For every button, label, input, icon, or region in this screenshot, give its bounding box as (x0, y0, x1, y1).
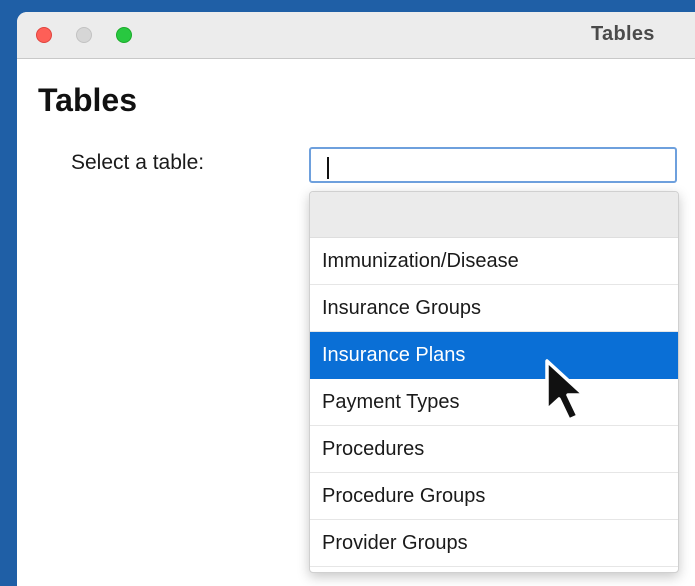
table-select-input[interactable] (309, 147, 677, 183)
window-title: Tables (591, 23, 655, 45)
table-dropdown-list: Immunization/Disease Insurance Groups In… (309, 191, 679, 573)
dropdown-option-procedure-groups[interactable]: Procedure Groups (310, 473, 678, 520)
desktop-background: Tables Tables Select a table: Immunizati… (0, 0, 695, 586)
dropdown-option-blank[interactable] (310, 192, 678, 238)
page-title: Tables (38, 82, 137, 118)
dropdown-option-immunization-disease[interactable]: Immunization/Disease (310, 238, 678, 285)
dropdown-option-insurance-groups[interactable]: Insurance Groups (310, 285, 678, 332)
dropdown-option-provider-groups[interactable]: Provider Groups (310, 520, 678, 567)
window-titlebar: Tables (17, 12, 695, 59)
dropdown-option-payment-types[interactable]: Payment Types (310, 379, 678, 426)
window-close-button[interactable] (36, 27, 52, 43)
select-table-label: Select a table: (71, 151, 205, 174)
text-caret (327, 157, 329, 179)
dropdown-option-insurance-plans[interactable]: Insurance Plans (310, 332, 678, 379)
arrow-pointer-icon (545, 359, 586, 422)
dropdown-option-procedures[interactable]: Procedures (310, 426, 678, 473)
window-zoom-button[interactable] (116, 27, 132, 43)
tables-window: Tables Tables Select a table: Immunizati… (17, 12, 695, 586)
window-minimize-button[interactable] (76, 27, 92, 43)
